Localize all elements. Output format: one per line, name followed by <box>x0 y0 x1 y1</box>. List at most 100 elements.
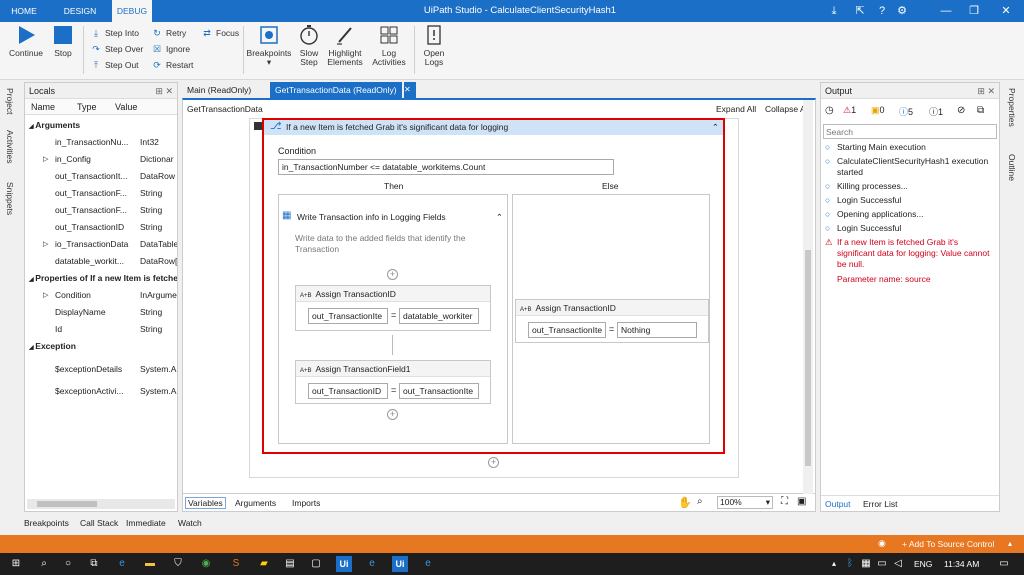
breadcrumb[interactable]: GetTransactionData <box>187 104 263 114</box>
clock-icon[interactable]: ◷ <box>825 105 834 116</box>
else-branch[interactable]: A+B Assign TransactionID out_TransactionI… <box>512 194 710 444</box>
uipath-studio-icon[interactable]: Ui <box>336 556 352 572</box>
assign-transactionfield1[interactable]: A+B Assign TransactionField1 out_Transact… <box>295 360 491 404</box>
assign-transactionid[interactable]: A+B Assign TransactionID out_TransactionI… <box>295 285 491 331</box>
output-info-line[interactable]: ○ Opening applications... <box>825 209 1000 220</box>
ribbon-tab-design[interactable]: DESIGN <box>58 0 102 22</box>
breakpoints-button[interactable]: Breakpoints ▾ <box>246 24 292 76</box>
locals-row[interactable]: Id String <box>25 321 177 338</box>
sticky-notes-icon[interactable]: ▰ <box>256 556 272 572</box>
tab-snippets[interactable]: Snippets <box>5 182 15 215</box>
add-to-source-control-button[interactable]: + Add To Source Control <box>902 539 994 549</box>
tab-error-list[interactable]: Error List <box>863 499 897 509</box>
tab-outline[interactable]: Outline <box>1007 154 1017 181</box>
clock[interactable]: 11:34 AM <box>944 559 979 569</box>
if-header[interactable]: If a new Item is fetched Grab it's signi… <box>264 120 723 135</box>
tab-activities[interactable]: Activities <box>5 130 15 164</box>
ribbon-tab-home[interactable]: HOME <box>4 0 44 22</box>
continue-button[interactable]: Continue <box>6 24 46 76</box>
expand-all-button[interactable]: Expand All <box>716 104 756 114</box>
search-icon[interactable]: ⌕ <box>36 556 52 572</box>
clear-icon[interactable]: ⊘ <box>957 105 965 116</box>
network-icon[interactable]: ▦ <box>858 556 874 572</box>
warning-filter[interactable]: ▣0 <box>871 105 885 116</box>
bluetooth-icon[interactable]: ᛒ <box>842 556 858 572</box>
output-info-line[interactable]: ○ Login Successful <box>825 195 1000 206</box>
store-icon[interactable]: ⛉ <box>170 556 186 572</box>
assign1-value-input[interactable]: datatable_workiter <box>399 308 479 324</box>
uipath-robot-icon[interactable]: Ui <box>392 556 408 572</box>
ignore-button[interactable]: ☒ Ignore <box>151 42 190 57</box>
volume-icon[interactable]: ◁ <box>890 556 906 572</box>
locals-row[interactable]: DisplayName String <box>25 304 177 321</box>
panel-pin-close-icon[interactable]: ⊞ ✕ <box>155 83 177 99</box>
open-logs-button[interactable]: Open Logs <box>418 24 450 76</box>
download-icon[interactable]: ⤓ <box>826 3 842 19</box>
zoom-select[interactable]: 100% ▾ <box>717 496 773 509</box>
scrollbar-thumb[interactable] <box>805 250 811 466</box>
close-tab-icon[interactable]: ✕ <box>404 82 416 98</box>
column-name[interactable]: Name <box>31 99 55 115</box>
fit-screen-icon[interactable]: ⛶ <box>781 496 788 507</box>
battery-icon[interactable]: ▭ <box>874 556 890 572</box>
trace-filter[interactable]: ⓘ1 <box>929 105 943 118</box>
horizontal-scrollbar[interactable] <box>27 499 175 509</box>
locals-row[interactable]: out_TransactionF... String <box>25 185 177 202</box>
zoom-search-icon[interactable]: ⌕ <box>697 496 703 507</box>
assign1-to-input[interactable]: out_TransactionIte <box>308 308 388 324</box>
scrollbar-thumb[interactable] <box>37 501 97 507</box>
action-center-icon[interactable]: ▭ <box>996 556 1012 572</box>
share-icon[interactable]: ⇱ <box>852 3 868 19</box>
assign-header[interactable]: A+B Assign TransactionID <box>296 286 490 302</box>
windows-start-icon[interactable]: ⊞ <box>8 556 24 572</box>
column-type[interactable]: Type <box>77 99 97 115</box>
locals-section-properties[interactable]: ◢ Properties of If a new Item is fetched <box>25 270 177 287</box>
chevron-up-icon[interactable]: ▴ <box>826 556 842 572</box>
maximize-icon[interactable]: ❐ <box>966 3 982 19</box>
tab-breakpoints[interactable]: Breakpoints <box>24 518 69 528</box>
locals-row[interactable]: out_TransactionIt... DataRow <box>25 168 177 185</box>
designer-canvas[interactable]: GetTransactionData Expand All Collapse A… <box>182 98 816 494</box>
minimize-icon[interactable]: — <box>938 3 954 19</box>
output-info-line[interactable]: ○ Killing processes... <box>825 181 1000 192</box>
edge-icon[interactable]: e <box>114 556 130 572</box>
locals-row[interactable]: $exceptionDetails System.A <box>25 361 177 378</box>
file-explorer-icon[interactable]: ▬ <box>142 556 158 572</box>
column-value[interactable]: Value <box>115 99 137 115</box>
output-info-line[interactable]: ○ Starting Main execution <box>825 142 1000 153</box>
overview-icon[interactable]: ▣ <box>797 496 806 507</box>
info-filter[interactable]: ⓘ5 <box>899 105 913 118</box>
chevron-up-icon[interactable]: ▴ <box>1008 539 1012 548</box>
step-out-button[interactable]: ⤒ Step Out <box>90 58 139 73</box>
assign-header[interactable]: A+B Assign TransactionField1 <box>296 361 490 377</box>
else-assign-transactionid[interactable]: A+B Assign TransactionID out_TransactionI… <box>515 299 709 343</box>
output-search-input[interactable] <box>823 124 997 139</box>
error-filter[interactable]: ⚠1 <box>843 105 856 116</box>
slow-step-button[interactable]: Slow Step <box>294 24 324 76</box>
tab-properties[interactable]: Properties <box>1007 88 1017 127</box>
chrome-icon[interactable]: ◉ <box>198 556 214 572</box>
else-assign-value-input[interactable]: Nothing <box>617 322 697 338</box>
stop-button[interactable]: Stop <box>50 24 76 76</box>
sublime-icon[interactable]: S <box>228 556 244 572</box>
output-info-line[interactable]: ○ CalculateClientSecurityHash1 execution … <box>825 156 1000 178</box>
task-view-icon[interactable]: ⧉ <box>86 556 102 572</box>
tab-watch[interactable]: Watch <box>178 518 202 528</box>
pan-hand-icon[interactable]: ✋ <box>678 496 692 509</box>
locals-section-exception[interactable]: ◢ Exception <box>25 338 177 355</box>
cortana-icon[interactable]: ○ <box>60 556 76 572</box>
expand-arrow-icon[interactable]: ▷ <box>43 236 48 253</box>
add-activity-icon[interactable]: + <box>387 409 398 420</box>
locals-section-arguments[interactable]: ◢ Arguments <box>25 117 177 134</box>
assign2-value-input[interactable]: out_TransactionIte <box>399 383 479 399</box>
add-activity-icon[interactable]: + <box>488 457 499 468</box>
step-over-button[interactable]: ↷ Step Over <box>90 42 143 57</box>
collapse-icon[interactable]: ⌃ <box>712 120 719 135</box>
tab-gettransactiondata[interactable]: GetTransactionData (ReadOnly) <box>270 82 402 98</box>
output-error-line[interactable]: ⚠ If a new Item is fetched Grab it's sign… <box>825 237 1000 270</box>
panel-pin-close-icon[interactable]: ⊞ ✕ <box>977 83 999 99</box>
then-branch[interactable]: Write Transaction info in Logging Fields… <box>278 194 508 444</box>
notification-icon[interactable]: ◉ <box>878 538 886 549</box>
locals-row[interactable]: ▷ Condition InArgume <box>25 287 177 304</box>
open-file-icon[interactable]: ⧉ <box>977 105 984 116</box>
